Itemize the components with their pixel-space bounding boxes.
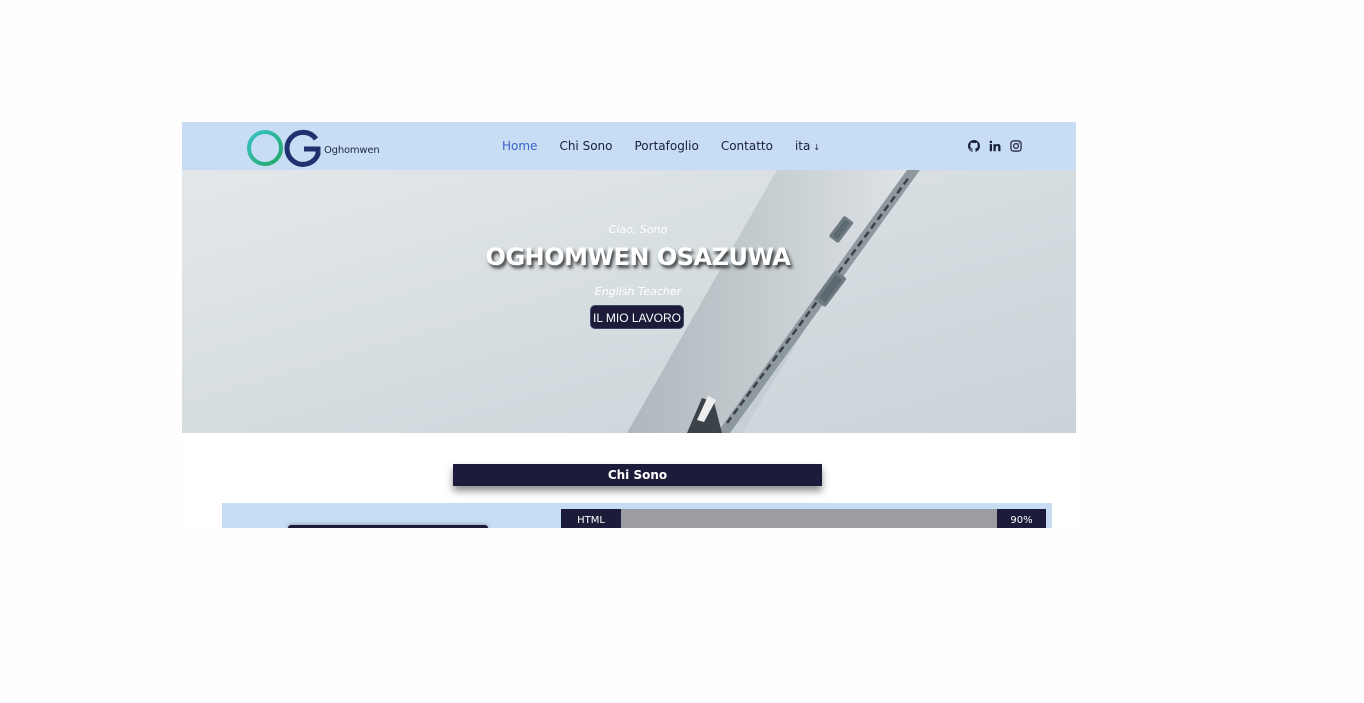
skill-bar-track xyxy=(621,509,997,528)
page-frame: Oghomwen Home Chi Sono Portafoglio Conta… xyxy=(182,122,1076,528)
nav-contatto-link[interactable]: Contatto xyxy=(721,139,773,153)
hero-background-image xyxy=(182,170,1076,433)
hero-role: English Teacher xyxy=(594,285,682,298)
about-section-title: Chi Sono xyxy=(453,464,822,486)
nav-chi-sono-link[interactable]: Chi Sono xyxy=(559,139,612,153)
linkedin-icon[interactable] xyxy=(989,140,1001,152)
skill-bar-fill xyxy=(621,509,960,528)
logo[interactable]: Oghomwen xyxy=(246,128,380,168)
my-work-button[interactable]: IL MIO LAVORO xyxy=(590,305,684,329)
skill-label: HTML xyxy=(561,509,621,528)
nav-links: Home Chi Sono Portafoglio Contatto ita ↓ xyxy=(502,122,820,170)
social-links xyxy=(968,140,1022,152)
logo-mark-icon xyxy=(247,129,321,167)
navbar: Oghomwen Home Chi Sono Portafoglio Conta… xyxy=(182,122,1076,170)
nav-portafoglio-link[interactable]: Portafoglio xyxy=(634,139,698,153)
skill-value: 90% xyxy=(997,509,1046,528)
hero-name: OGHOMWEN OSAZUWA xyxy=(485,243,791,271)
language-label: ita xyxy=(794,139,811,153)
skill-row-html: HTML 90% xyxy=(561,509,1046,528)
logo-text: Oghomwen xyxy=(324,144,380,156)
hero-greeting: Ciao, Sono xyxy=(608,223,668,236)
instagram-icon[interactable] xyxy=(1010,140,1022,152)
hero-section: Ciao, Sono OGHOMWEN OSAZUWA English Teac… xyxy=(182,170,1076,433)
github-icon[interactable] xyxy=(968,140,980,152)
about-panel: HTML 90% xyxy=(222,503,1052,528)
about-card xyxy=(288,525,488,528)
language-selector[interactable]: ita ↓ xyxy=(795,139,820,153)
nav-home-link[interactable]: Home xyxy=(502,139,537,153)
language-caret-icon: ↓ xyxy=(813,143,821,152)
